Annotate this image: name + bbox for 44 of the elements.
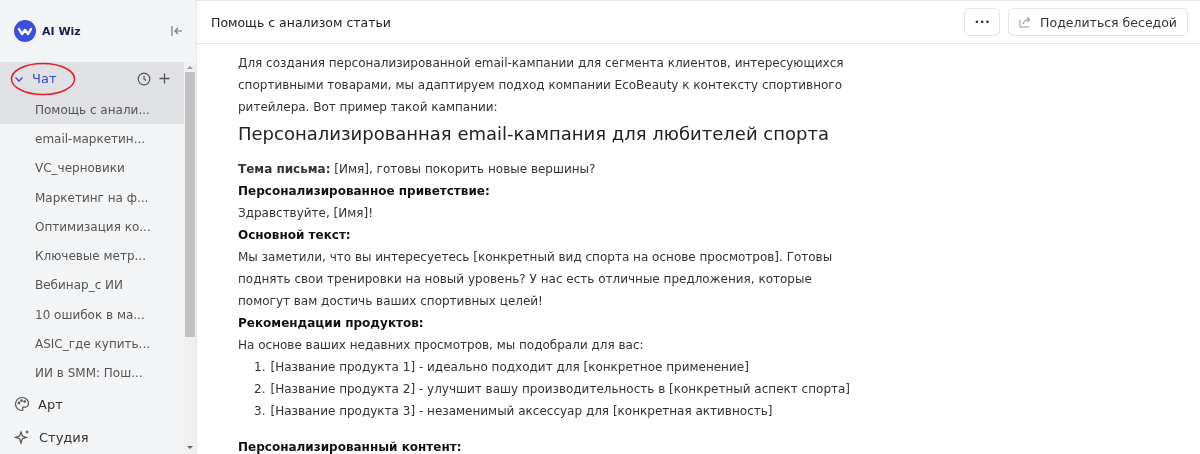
share-icon bbox=[1019, 16, 1033, 28]
collapse-sidebar-icon[interactable] bbox=[170, 24, 184, 38]
chat-item[interactable]: ASIC_где купить... bbox=[0, 329, 184, 359]
history-icon[interactable] bbox=[137, 71, 151, 86]
list-item-text: [Название продукта 1] - идеально подходит для [конкретное применение] bbox=[270, 359, 749, 376]
message-paragraph: Для создания персонализированной email-кампании для сегмента клиентов, интересующихся спортивными товарами, мы адаптируем подход компании EcoBeauty к контексту спортивного ритейлера. Вот пример такой кампании: bbox=[238, 55, 845, 116]
list-number: 2. bbox=[254, 381, 266, 398]
app-name: AI Wiz bbox=[42, 24, 82, 38]
list-item-text: [Название продукта 3] - незаменимый аксессуар для [конкретная активность] bbox=[270, 403, 773, 420]
list-number: 1. bbox=[254, 359, 266, 376]
list-number: 3. bbox=[254, 403, 266, 420]
scrollbar-thumb[interactable] bbox=[185, 72, 195, 337]
chat-item[interactable]: Маркетинг на ф... bbox=[0, 182, 184, 213]
chat-item[interactable]: email-маркетин... bbox=[0, 124, 184, 154]
chat-item[interactable]: ИИ в SMM: Пош... bbox=[0, 358, 184, 388]
chat-item[interactable]: VC_черновики bbox=[0, 153, 184, 183]
chat-title: Помощь с анализом статьи bbox=[211, 14, 392, 30]
section-heading: Рекомендации продуктов: bbox=[238, 315, 425, 332]
section-label: Чат bbox=[32, 71, 58, 87]
section-label: Студия bbox=[39, 429, 90, 445]
plus-icon[interactable] bbox=[159, 73, 170, 85]
section-heading: Персонализированный контент: bbox=[238, 439, 463, 454]
sidebar-section[interactable]: Арт bbox=[0, 387, 184, 421]
chat-item[interactable]: Вебинар_с ИИ bbox=[0, 270, 184, 300]
sparkle-icon bbox=[14, 428, 31, 446]
sidebar-section[interactable]: Студия bbox=[0, 420, 184, 454]
message-paragraph: Тема письма: [Имя], готовы покорить новые вершины? bbox=[238, 161, 597, 178]
message-paragraph: Здравствуйте, [Имя]! bbox=[238, 205, 375, 222]
more-button[interactable]: ••• bbox=[964, 8, 1001, 36]
list-item-text: [Название продукта 2] - улучшит вашу производительность в [конкретный аспект спорта] bbox=[270, 381, 851, 398]
section-label: Арт bbox=[38, 396, 64, 412]
logo-icon bbox=[14, 20, 36, 42]
section-heading: Основной текст: bbox=[238, 227, 352, 244]
chat-item[interactable]: Помощь с анали... bbox=[0, 95, 184, 125]
chat-item[interactable]: 10 ошибок в ма... bbox=[0, 299, 184, 330]
message-heading: Персонализированная email-кампания для любителей спорта bbox=[238, 122, 829, 146]
message-paragraph: На основе ваших недавних просмотров, мы подобрали для вас: bbox=[238, 337, 645, 354]
share-button[interactable]: Поделиться беседой bbox=[1008, 8, 1188, 36]
chat-item[interactable]: Ключевые метр... bbox=[0, 241, 184, 271]
message-paragraph: Мы заметили, что вы интересуетесь [конкретный вид спорта на основе просмотров]. Готовы поднять свои тренировки на новый уровень? У нас есть отличные предложения, которые помогут вам достичь ваших спортивных целей! bbox=[238, 249, 834, 310]
section-heading: Персонализированное приветствие: bbox=[238, 183, 491, 200]
palette-icon bbox=[14, 396, 30, 413]
chat-item[interactable]: Оптимизация ко... bbox=[0, 212, 184, 242]
sidebar-section[interactable]: Чат bbox=[0, 62, 184, 96]
